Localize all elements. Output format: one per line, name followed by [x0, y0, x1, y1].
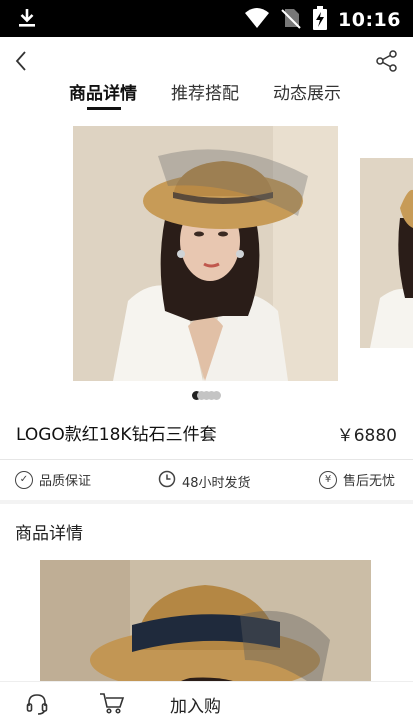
tab-recommended-match[interactable]: 推荐搭配 — [171, 79, 239, 104]
tab-bar: 商品详情 推荐搭配 动态展示 — [0, 79, 413, 115]
clock-icon — [158, 470, 176, 492]
tab-dynamic-showcase[interactable]: 动态展示 — [273, 79, 341, 104]
guarantee-label: 品质保证 — [39, 474, 92, 489]
service-guarantees: ✓ 品质保证 48小时发货 ¥ 售后无忧 — [0, 461, 413, 499]
wifi-icon — [244, 7, 270, 33]
product-price: ￥6880 — [336, 426, 397, 446]
product-title-row: LOGO款红18K钻石三件套 ￥6880 — [0, 410, 413, 458]
bottom-action-bar: 加入购 — [0, 681, 413, 724]
product-name: LOGO款红18K钻石三件套 — [16, 425, 217, 445]
guarantee-label: 48小时发货 — [182, 475, 251, 491]
carousel-dot[interactable] — [212, 391, 221, 400]
download-icon — [16, 7, 38, 33]
headset-icon — [26, 694, 48, 715]
battery-charging-icon — [312, 6, 328, 34]
product-photo-next[interactable] — [360, 158, 413, 348]
guarantee-after-sales: ¥ 售后无忧 — [319, 470, 395, 489]
carousel-indicator — [0, 391, 413, 400]
customer-service-button[interactable] — [25, 692, 49, 716]
back-button[interactable] — [10, 49, 34, 73]
image-carousel[interactable] — [0, 121, 413, 406]
share-icon — [376, 50, 397, 72]
no-sim-icon — [280, 7, 302, 33]
status-bar: 10:16 — [0, 0, 413, 37]
bottom-fade-overlay — [225, 682, 413, 724]
tab-product-details[interactable]: 商品详情 — [69, 79, 137, 104]
share-button[interactable] — [375, 49, 399, 73]
add-to-cart-button[interactable]: 加入购 — [170, 692, 221, 717]
guarantee-label: 售后无忧 — [343, 474, 396, 489]
cart-button[interactable] — [99, 691, 125, 715]
status-time: 10:16 — [338, 9, 401, 31]
section-separator — [0, 500, 413, 504]
guarantee-shipping: 48小时发货 — [158, 470, 251, 492]
chevron-left-icon — [15, 51, 26, 71]
active-tab-indicator — [87, 107, 121, 110]
yen-circle-icon: ¥ — [319, 470, 337, 489]
divider — [0, 459, 413, 460]
check-circle-icon: ✓ — [15, 470, 33, 489]
product-photo-main[interactable] — [73, 126, 338, 381]
top-nav: 商品详情 推荐搭配 动态展示 — [0, 37, 413, 121]
guarantee-quality: ✓ 品质保证 — [15, 470, 91, 489]
details-section-title: 商品详情 — [15, 524, 83, 544]
cart-icon — [100, 693, 125, 714]
